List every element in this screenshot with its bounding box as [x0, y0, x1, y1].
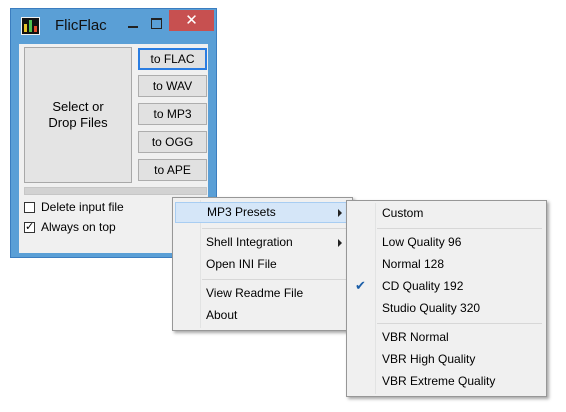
- menu-separator: [202, 228, 350, 229]
- maximize-icon[interactable]: [146, 15, 166, 33]
- delete-input-label: Delete input file: [41, 200, 124, 214]
- context-menu: MP3 Presets Shell Integration Open INI F…: [172, 197, 353, 331]
- preset-cd-quality-192[interactable]: ✔ CD Quality 192: [349, 276, 544, 297]
- menu-item-label: Open INI File: [206, 257, 277, 271]
- menu-item-label: Studio Quality 320: [382, 301, 481, 315]
- menu-separator: [202, 279, 350, 280]
- menu-item-label: Shell Integration: [206, 235, 293, 249]
- delete-input-checkbox[interactable]: [24, 201, 35, 213]
- to-mp3-button[interactable]: to MP3: [138, 103, 207, 125]
- preset-normal-128[interactable]: Normal 128: [349, 254, 544, 275]
- preset-vbr-high-quality[interactable]: VBR High Quality: [349, 349, 544, 370]
- preset-custom[interactable]: Custom: [349, 203, 544, 224]
- menu-item-open-ini-file[interactable]: Open INI File: [175, 254, 350, 275]
- app-logo-icon[interactable]: [21, 17, 40, 35]
- select-files-label-line2: Drop Files: [48, 115, 108, 130]
- menu-item-about[interactable]: About: [175, 305, 350, 326]
- to-wav-button[interactable]: to WAV: [138, 75, 207, 97]
- menu-item-label: View Readme File: [206, 286, 304, 300]
- menu-item-label: Low Quality 96: [382, 235, 462, 249]
- menu-item-label: About: [206, 308, 238, 322]
- checkmark-icon: ✔: [355, 279, 366, 294]
- menu-item-label: VBR High Quality: [382, 352, 476, 366]
- menu-separator: [377, 323, 542, 324]
- window-title: FlicFlac: [55, 17, 107, 34]
- close-button[interactable]: ✕: [169, 10, 214, 31]
- title-bar[interactable]: FlicFlac ✕: [11, 9, 216, 43]
- select-files-label-line1: Select or: [52, 99, 104, 114]
- always-on-top-label: Always on top: [41, 220, 116, 234]
- menu-separator: [377, 228, 542, 229]
- to-ape-button[interactable]: to APE: [138, 159, 207, 181]
- menu-item-label: VBR Extreme Quality: [382, 374, 496, 388]
- menu-item-shell-integration[interactable]: Shell Integration: [175, 232, 350, 253]
- progress-bar: [24, 187, 207, 195]
- preset-vbr-normal[interactable]: VBR Normal: [349, 327, 544, 348]
- menu-item-view-readme[interactable]: View Readme File: [175, 283, 350, 304]
- preset-low-quality-96[interactable]: Low Quality 96: [349, 232, 544, 253]
- to-flac-button[interactable]: to FLAC: [138, 48, 207, 70]
- preset-vbr-extreme-quality[interactable]: VBR Extreme Quality: [349, 371, 544, 392]
- to-ogg-button[interactable]: to OGG: [138, 131, 207, 153]
- menu-item-label: Normal 128: [382, 257, 445, 271]
- always-on-top-checkbox[interactable]: [24, 220, 35, 233]
- menu-item-label: CD Quality 192: [382, 279, 464, 293]
- minimize-icon[interactable]: [123, 15, 143, 33]
- menu-item-label: MP3 Presets: [207, 205, 276, 219]
- submenu-arrow-icon: [338, 239, 342, 247]
- preset-studio-quality-320[interactable]: Studio Quality 320: [349, 298, 544, 319]
- menu-item-mp3-presets[interactable]: MP3 Presets: [175, 202, 350, 223]
- menu-item-label: VBR Normal: [382, 330, 449, 344]
- always-on-top-checkbox-row[interactable]: Always on top: [24, 219, 116, 235]
- menu-item-label: Custom: [382, 206, 424, 220]
- select-files-button[interactable]: Select or Drop Files: [24, 47, 132, 183]
- mp3-presets-submenu: Custom Low Quality 96 Normal 128 ✔ CD Qu…: [346, 200, 547, 397]
- delete-input-checkbox-row[interactable]: Delete input file: [24, 199, 124, 215]
- submenu-arrow-icon: [338, 209, 342, 217]
